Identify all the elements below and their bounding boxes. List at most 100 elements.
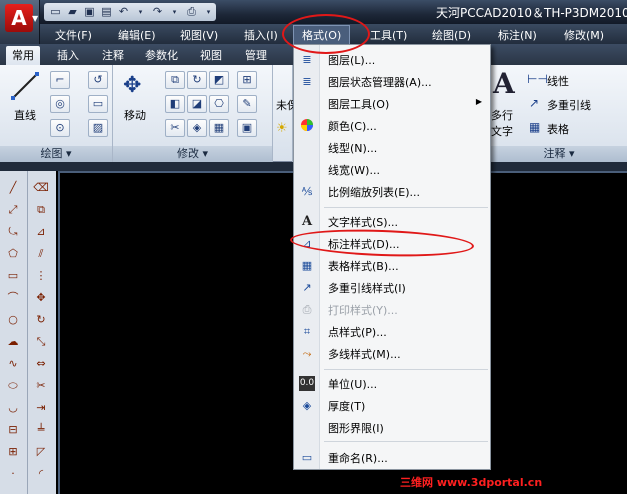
- menu-item-point-style[interactable]: ⌗ 点样式(P)...: [294, 321, 490, 342]
- offset-icon[interactable]: ⎔: [209, 95, 229, 113]
- new-file-icon[interactable]: ▭: [48, 5, 63, 19]
- revision-cloud-icon[interactable]: ☁: [2, 333, 24, 351]
- print-preview-icon[interactable]: ▤: [99, 5, 114, 19]
- save-icon[interactable]: ▣: [82, 5, 97, 19]
- menu-item-linetype[interactable]: 线型(N)...: [294, 137, 490, 158]
- menu-item-plot-style[interactable]: ⎙ 打印样式(Y)...: [294, 299, 490, 320]
- insert-block-icon[interactable]: ⊟: [2, 421, 24, 439]
- point-icon[interactable]: ·: [2, 465, 24, 483]
- redo-icon[interactable]: ↷: [150, 5, 165, 19]
- table-icon[interactable]: ▦: [529, 120, 540, 134]
- annotation-panel-title[interactable]: 注释 ▾: [491, 146, 627, 162]
- modify-panel-title[interactable]: 修改 ▾: [113, 146, 272, 162]
- draw-panel-title[interactable]: 绘图 ▾: [0, 146, 112, 162]
- offset-icon[interactable]: ⫽: [30, 245, 52, 263]
- menu-item-scale-list[interactable]: ⅍ 比例缩放列表(E)...: [294, 181, 490, 202]
- move-icon[interactable]: ✥: [123, 73, 141, 98]
- multileader-icon[interactable]: ↗: [529, 96, 539, 110]
- application-menu-button[interactable]: A ▼: [0, 0, 40, 44]
- tab-parametric[interactable]: 参数化: [145, 47, 178, 63]
- move-icon[interactable]: ✥: [30, 289, 52, 307]
- linear-dimension-icon[interactable]: ⊢⊣: [527, 72, 548, 86]
- copy-icon[interactable]: ⧉: [165, 71, 185, 89]
- menu-item-text-style[interactable]: A 文字样式(S)...: [294, 211, 490, 232]
- menu-file[interactable]: 文件(F): [55, 27, 92, 43]
- dropdown-arrow-icon[interactable]: ▾: [201, 5, 216, 19]
- open-folder-icon[interactable]: ▰: [65, 5, 80, 19]
- menu-item-color[interactable]: 颜色(C)...: [294, 115, 490, 136]
- construction-line-icon[interactable]: ⤢: [2, 201, 24, 219]
- erase-icon[interactable]: ⌫: [30, 179, 52, 197]
- menu-item-units[interactable]: 0.0 单位(U)...: [294, 373, 490, 394]
- tab-insert[interactable]: 插入: [57, 47, 79, 63]
- undo-icon[interactable]: ↶: [116, 5, 131, 19]
- menu-item-drawing-limits[interactable]: 图形界限(I): [294, 417, 490, 438]
- redo-dropdown-icon[interactable]: ▾: [167, 5, 182, 19]
- trim-icon[interactable]: ✂: [30, 377, 52, 395]
- menu-item-multiline-style[interactable]: ⤳ 多线样式(M)...: [294, 343, 490, 364]
- break-icon[interactable]: ╧: [30, 421, 52, 439]
- polyline-icon[interactable]: ⌐: [50, 71, 70, 89]
- plot-icon[interactable]: ⎙: [184, 5, 199, 19]
- rotate-icon[interactable]: ↻: [187, 71, 207, 89]
- menu-item-thickness[interactable]: ◈ 厚度(T): [294, 395, 490, 416]
- rectangle-icon[interactable]: ▭: [88, 95, 108, 113]
- tab-home[interactable]: 常用: [6, 46, 40, 66]
- fillet-icon[interactable]: ◈: [187, 119, 207, 137]
- multileader-label[interactable]: 多重引线: [547, 97, 591, 113]
- menu-view[interactable]: 视图(V): [180, 27, 218, 43]
- erase-icon[interactable]: ✎: [237, 95, 257, 113]
- tab-view[interactable]: 视图: [200, 47, 222, 63]
- chamfer-icon[interactable]: ◸: [30, 443, 52, 461]
- scale-icon[interactable]: ⤡: [30, 333, 52, 351]
- ellipse-arc-icon[interactable]: ◡: [2, 399, 24, 417]
- extend-icon[interactable]: ⇥: [30, 399, 52, 417]
- stretch-icon[interactable]: ◧: [165, 95, 185, 113]
- menu-item-layer-tools[interactable]: 图层工具(O) ▶: [294, 93, 490, 114]
- menu-modify[interactable]: 修改(M): [564, 27, 604, 43]
- table-label[interactable]: 表格: [547, 121, 569, 137]
- menu-item-multileader-style[interactable]: ↗ 多重引线样式(I): [294, 277, 490, 298]
- copy-icon[interactable]: ⧉: [30, 201, 52, 219]
- menu-tools[interactable]: 工具(T): [370, 27, 407, 43]
- multiline-text-icon[interactable]: A: [493, 67, 515, 100]
- rotate-icon[interactable]: ↻: [30, 311, 52, 329]
- menu-item-table-style[interactable]: ▦ 表格样式(B)...: [294, 255, 490, 276]
- linear-dimension-label[interactable]: 线性: [547, 73, 569, 89]
- ellipse-icon[interactable]: ⊙: [50, 119, 70, 137]
- array-icon[interactable]: ⊞: [237, 71, 257, 89]
- mirror-icon[interactable]: ◩: [209, 71, 229, 89]
- rectangle-icon[interactable]: ▭: [2, 267, 24, 285]
- arc-icon[interactable]: ↺: [88, 71, 108, 89]
- ellipse-icon[interactable]: ⬭: [2, 377, 24, 395]
- menu-edit[interactable]: 编辑(E): [118, 27, 156, 43]
- array-icon[interactable]: ⋮: [30, 267, 52, 285]
- menu-insert[interactable]: 插入(I): [244, 27, 278, 43]
- explode-icon[interactable]: ▦: [209, 119, 229, 137]
- mirror-icon[interactable]: ⊿: [30, 223, 52, 241]
- polygon-icon[interactable]: ⬠: [2, 245, 24, 263]
- lightbulb-icon[interactable]: ☀: [276, 121, 288, 136]
- menu-item-lineweight[interactable]: 线宽(W)...: [294, 159, 490, 180]
- spline-icon[interactable]: ∿: [2, 355, 24, 373]
- line-tool-icon[interactable]: [10, 71, 40, 101]
- hatch-icon[interactable]: ▨: [88, 119, 108, 137]
- tab-manage[interactable]: 管理: [245, 47, 267, 63]
- circle-icon[interactable]: ◎: [50, 95, 70, 113]
- make-block-icon[interactable]: ⊞: [2, 443, 24, 461]
- circle-icon[interactable]: ○: [2, 311, 24, 329]
- polyline-icon[interactable]: ⤿: [2, 223, 24, 241]
- undo-dropdown-icon[interactable]: ▾: [133, 5, 148, 19]
- menu-item-layer-states[interactable]: ≣ 图层状态管理器(A)...: [294, 71, 490, 92]
- arc-icon[interactable]: ⌒: [2, 289, 24, 307]
- scale-icon[interactable]: ◪: [187, 95, 207, 113]
- menu-item-rename[interactable]: ▭ 重命名(R)...: [294, 447, 490, 468]
- stretch-icon[interactable]: ⇔: [30, 355, 52, 373]
- join-icon[interactable]: ▣: [237, 119, 257, 137]
- tab-annotate[interactable]: 注释: [102, 47, 124, 63]
- fillet-icon[interactable]: ◜: [30, 465, 52, 483]
- trim-icon[interactable]: ✂: [165, 119, 185, 137]
- menu-draw[interactable]: 绘图(D): [432, 27, 471, 43]
- menu-dimension[interactable]: 标注(N): [498, 27, 537, 43]
- line-icon[interactable]: ╱: [2, 179, 24, 197]
